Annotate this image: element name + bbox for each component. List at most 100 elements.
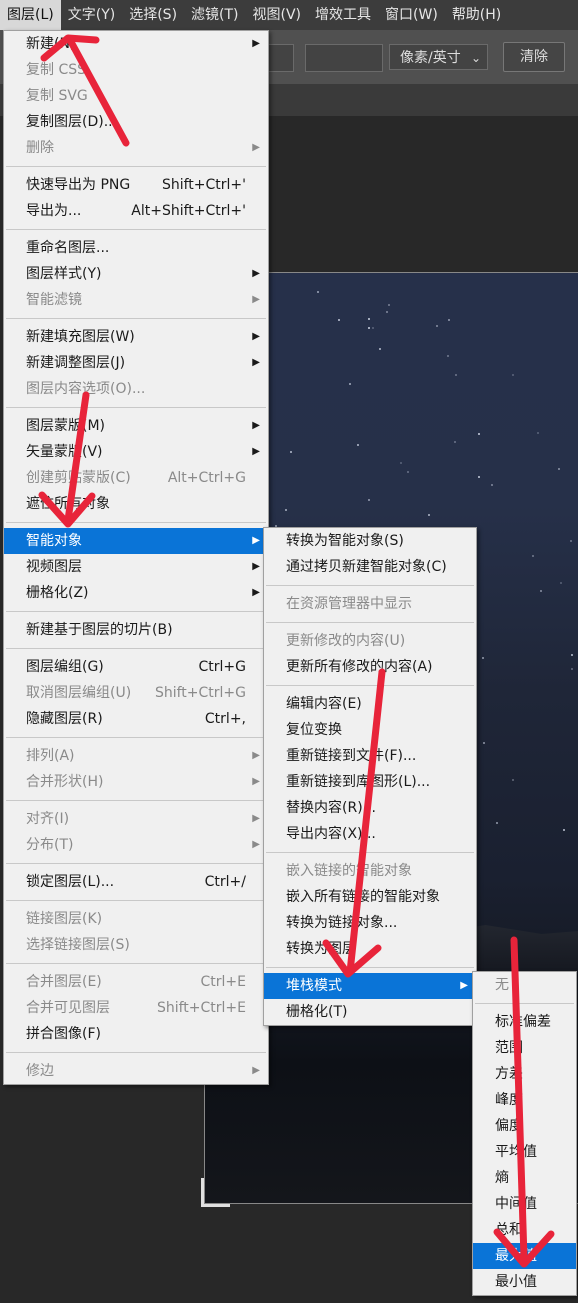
menu-item[interactable]: 复制图层(D)... — [4, 109, 268, 135]
menu-item[interactable]: 图层蒙版(M) ▶ — [4, 413, 268, 439]
menu-item-label: 矢量蒙版(V) — [26, 444, 103, 460]
option-field[interactable] — [305, 44, 383, 72]
star-dot — [540, 589, 543, 592]
menu-item[interactable]: 平均值 — [473, 1139, 576, 1165]
menubar-item[interactable]: 增效工具 — [308, 0, 378, 30]
star-dot — [455, 374, 458, 377]
menubar-item[interactable]: 滤镜(T) — [184, 0, 245, 30]
layer-menu: 新建(N) ▶ 复制 CSS 复制 SVG 复制图层(D)... 删除 ▶ 快速导出为 PNG… — [3, 30, 269, 1085]
menu-item: 嵌入链接的智能对象 — [264, 858, 476, 884]
menu-item-label: 重新链接到文件(F)... — [286, 748, 417, 764]
menu-item-label: 对齐(I) — [26, 811, 70, 827]
star-dot — [571, 668, 574, 671]
menu-item-label: 快速导出为 PNG — [26, 177, 131, 193]
menu-item[interactable]: 重命名图层... — [4, 235, 268, 261]
star-dot — [348, 383, 351, 386]
menu-item[interactable]: 转换为图层 — [264, 936, 476, 962]
menu-item-label: 替换内容(R)... — [286, 800, 377, 816]
star-dot — [448, 318, 451, 321]
menu-item: 删除 ▶ — [4, 135, 268, 161]
resolution-unit-select[interactable]: 像素/英寸 ⌄ — [389, 44, 488, 70]
menubar-item[interactable]: 图层(L) — [0, 0, 61, 30]
menu-item-label: 智能滤镜 — [26, 292, 82, 308]
menu-item: 选择链接图层(S) — [4, 932, 268, 958]
star-dot — [532, 555, 535, 558]
menu-separator — [6, 611, 266, 612]
menu-item[interactable]: 编辑内容(E) — [264, 691, 476, 717]
menu-separator — [6, 800, 266, 801]
menu-item: 修边 ▶ — [4, 1058, 268, 1084]
submenu-arrow-icon: ▶ — [252, 420, 260, 431]
menu-item[interactable]: 复位变换 — [264, 717, 476, 743]
menu-item[interactable]: 范围 — [473, 1035, 576, 1061]
menu-item[interactable]: 堆栈模式 ▶ — [264, 973, 476, 999]
menu-item-label: 复制 SVG — [26, 88, 88, 104]
menubar-item[interactable]: 选择(S) — [122, 0, 184, 30]
menu-item-label: 无 — [495, 977, 509, 993]
menu-item-label: 删除 — [26, 140, 54, 156]
menu-item[interactable]: 中间值 — [473, 1191, 576, 1217]
menu-item-label: 遮住所有对象 — [26, 496, 110, 512]
menu-item: 合并可见图层 Shift+Ctrl+E — [4, 995, 268, 1021]
menu-item[interactable]: 新建调整图层(J) ▶ — [4, 350, 268, 376]
menu-item[interactable]: 快速导出为 PNG Shift+Ctrl+' — [4, 172, 268, 198]
menubar-item[interactable]: 窗口(W) — [378, 0, 445, 30]
menu-item[interactable]: 转换为链接对象... — [264, 910, 476, 936]
menu-item-shortcut: Shift+Ctrl+' — [161, 177, 246, 193]
menu-item-label: 编辑内容(E) — [286, 696, 362, 712]
menu-item: 合并形状(H) ▶ — [4, 769, 268, 795]
menu-item[interactable]: 重新链接到库图形(L)... — [264, 769, 476, 795]
menu-item-label: 方差 — [495, 1066, 523, 1082]
menu-item[interactable]: 图层编组(G) Ctrl+G — [4, 654, 268, 680]
menu-separator — [266, 622, 474, 623]
menu-item[interactable]: 遮住所有对象 — [4, 491, 268, 517]
menu-item[interactable]: 偏度 — [473, 1113, 576, 1139]
menu-item[interactable]: 熵 — [473, 1165, 576, 1191]
menu-item[interactable]: 栅格化(Z) ▶ — [4, 580, 268, 606]
menubar-item[interactable]: 帮助(H) — [445, 0, 508, 30]
menu-item[interactable]: 峰度 — [473, 1087, 576, 1113]
menu-item[interactable]: 智能对象 ▶ — [4, 528, 268, 554]
menu-item[interactable]: 标准偏差 — [473, 1009, 576, 1035]
menubar-item[interactable]: 视图(V) — [246, 0, 309, 30]
menu-item[interactable]: 新建填充图层(W) ▶ — [4, 324, 268, 350]
menu-item[interactable]: 隐藏图层(R) Ctrl+, — [4, 706, 268, 732]
menu-item[interactable]: 栅格化(T) — [264, 999, 476, 1025]
menu-item[interactable]: 导出内容(X)... — [264, 821, 476, 847]
star-dot — [482, 742, 485, 745]
menu-item[interactable]: 锁定图层(L)... Ctrl+/ — [4, 869, 268, 895]
menu-item[interactable]: 最大值 — [473, 1243, 576, 1269]
menu-item[interactable]: 更新所有修改的内容(A) — [264, 654, 476, 680]
menu-item[interactable]: 转换为智能对象(S) — [264, 528, 476, 554]
menu-item[interactable]: 新建基于图层的切片(B) — [4, 617, 268, 643]
menu-item[interactable]: 总和 — [473, 1217, 576, 1243]
crop-corner-handle[interactable] — [201, 1178, 230, 1207]
menu-item[interactable]: 矢量蒙版(V) ▶ — [4, 439, 268, 465]
menu-item[interactable]: 视频图层 ▶ — [4, 554, 268, 580]
resolution-unit-value: 像素/英寸 — [400, 50, 461, 66]
star-dot — [563, 829, 566, 832]
option-field[interactable] — [268, 44, 294, 72]
menu-item-label: 创建剪贴蒙版(C) — [26, 470, 131, 486]
menu-item[interactable]: 替换内容(R)... — [264, 795, 476, 821]
menu-item[interactable]: 嵌入所有链接的智能对象 — [264, 884, 476, 910]
menu-item[interactable]: 新建(N) ▶ — [4, 31, 268, 57]
menu-item-shortcut: Ctrl+/ — [204, 874, 246, 890]
menu-item-label: 图层内容选项(O)... — [26, 381, 146, 397]
menu-item[interactable]: 图层样式(Y) ▶ — [4, 261, 268, 287]
menu-separator — [6, 863, 266, 864]
menu-item[interactable]: 重新链接到文件(F)... — [264, 743, 476, 769]
menubar-item[interactable]: 文字(Y) — [61, 0, 122, 30]
submenu-arrow-icon: ▶ — [252, 331, 260, 342]
menu-item[interactable]: 拼合图像(F) — [4, 1021, 268, 1047]
menu-item[interactable]: 最小值 — [473, 1269, 576, 1295]
menu-item[interactable]: 导出为... Alt+Shift+Ctrl+' — [4, 198, 268, 224]
menu-item[interactable]: 通过拷贝新建智能对象(C) — [264, 554, 476, 580]
clear-button[interactable]: 清除 — [503, 42, 565, 72]
menu-item-label: 导出内容(X)... — [286, 826, 376, 842]
menu-item-label: 锁定图层(L)... — [26, 874, 115, 890]
menu-separator — [6, 166, 266, 167]
menu-item[interactable]: 方差 — [473, 1061, 576, 1087]
menu-separator — [6, 648, 266, 649]
submenu-arrow-icon: ▶ — [252, 535, 260, 546]
